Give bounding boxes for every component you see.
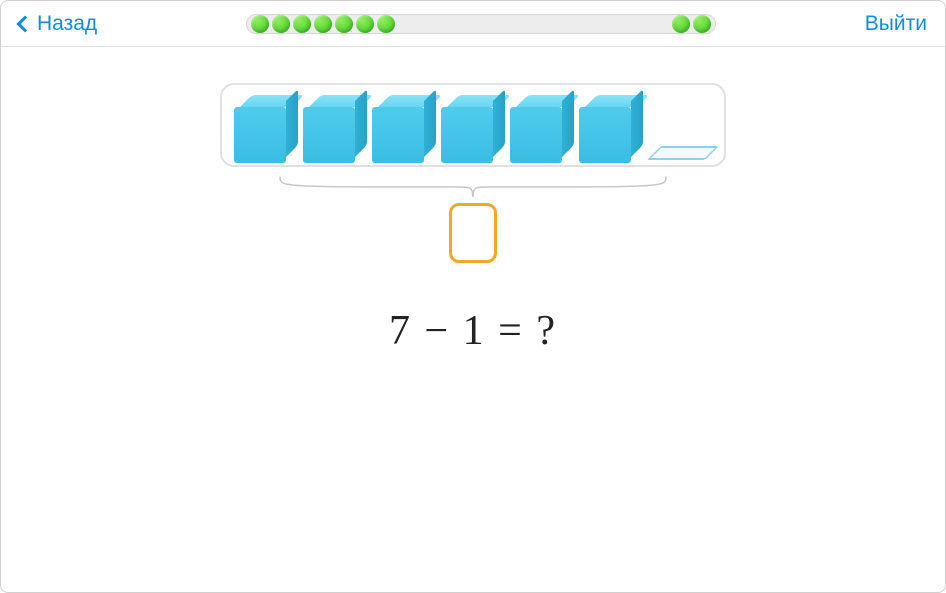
progress-ball-icon [272, 15, 290, 33]
header: Назад Выйти [1, 1, 945, 47]
back-button[interactable]: Назад [19, 12, 97, 36]
progress-track [246, 14, 716, 34]
equation-text: 7 − 1 = ? [389, 307, 557, 355]
progress-ball-icon [251, 15, 269, 33]
back-label: Назад [37, 12, 97, 36]
exit-button[interactable]: Выйти [865, 12, 927, 36]
progress-ball-icon [377, 15, 395, 33]
empty-slot-icon [647, 146, 719, 160]
answer-input[interactable] [449, 203, 497, 263]
progress-ball-icon [356, 15, 374, 33]
progress-ball-icon [693, 15, 711, 33]
progress-ball-icon [314, 15, 332, 33]
progress-ball-icon [293, 15, 311, 33]
progress-right-group [672, 15, 711, 33]
brace-bracket [276, 175, 670, 195]
cube-icon [579, 91, 637, 163]
cube-icon [510, 91, 568, 163]
progress-left-group [251, 15, 395, 33]
cube-icon [303, 91, 361, 163]
progress-ball-icon [672, 15, 690, 33]
cube-icon [234, 91, 292, 163]
cube-icon [372, 91, 430, 163]
chevron-left-icon [17, 15, 34, 32]
cube-icon [441, 91, 499, 163]
exit-label: Выйти [865, 12, 927, 35]
app-frame: Назад Выйти 7 − 1 = ? [0, 0, 946, 593]
content-area: 7 − 1 = ? [1, 47, 945, 592]
cubes-frame [220, 83, 726, 167]
progress-ball-icon [335, 15, 353, 33]
progress-bar [246, 14, 716, 34]
